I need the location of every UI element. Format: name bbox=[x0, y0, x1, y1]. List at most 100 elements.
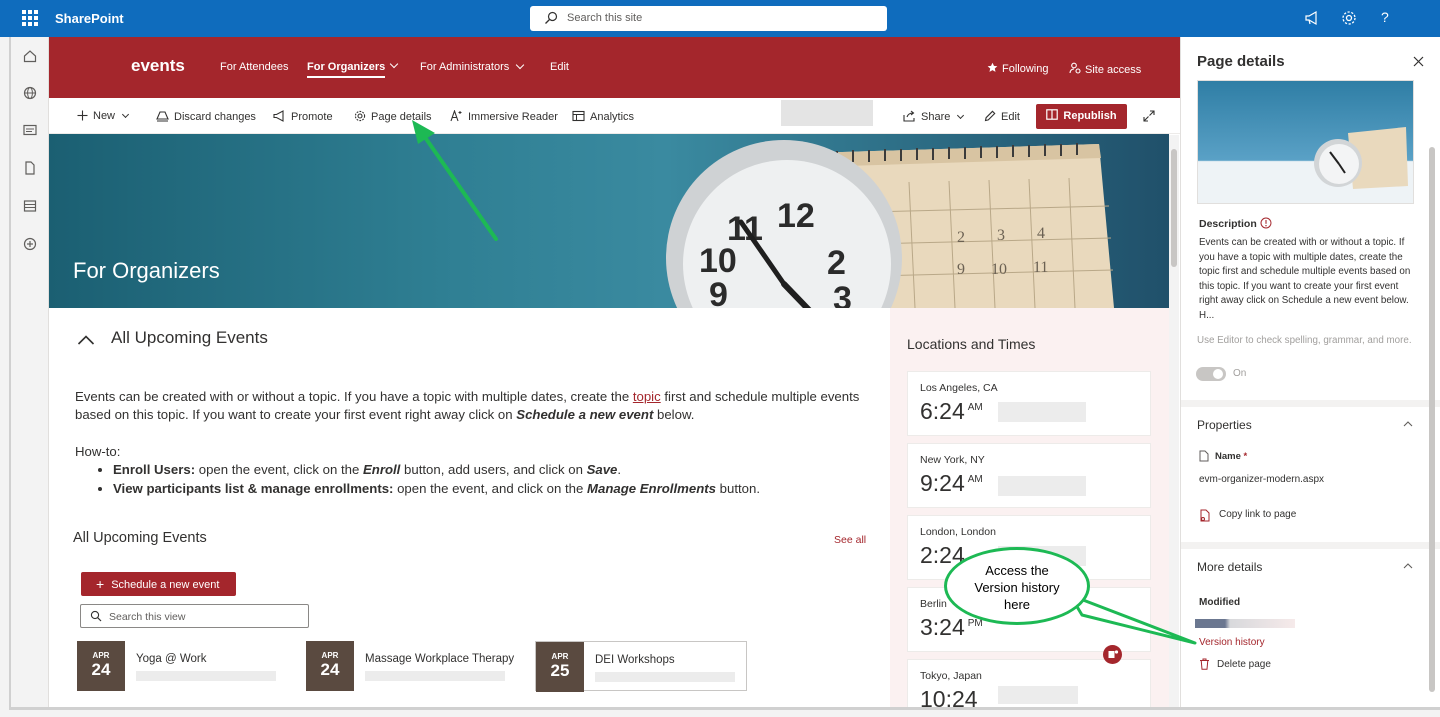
topic-link[interactable]: topic bbox=[633, 389, 661, 404]
properties-header[interactable]: Properties bbox=[1197, 418, 1252, 432]
home-icon[interactable] bbox=[23, 49, 37, 63]
location-city: Berlin bbox=[920, 598, 947, 610]
svg-text:2: 2 bbox=[957, 229, 965, 246]
svg-text:3: 3 bbox=[997, 227, 1005, 244]
location-time: 9:24 AM bbox=[920, 470, 983, 497]
copy-link-button[interactable]: Copy link to page bbox=[1219, 509, 1296, 520]
expand-icon[interactable] bbox=[1143, 110, 1155, 122]
location-city: New York, NY bbox=[920, 454, 985, 466]
discard-changes-button[interactable]: Discard changes bbox=[156, 110, 256, 123]
svg-text:10: 10 bbox=[991, 261, 1007, 278]
location-city: Tokyo, Japan bbox=[920, 670, 982, 682]
chevron-up-icon[interactable] bbox=[1403, 420, 1413, 427]
plus-icon bbox=[77, 110, 88, 121]
name-label: Name * bbox=[1215, 451, 1247, 462]
time-value: 9:24 bbox=[920, 470, 965, 496]
location-card: Tokyo, Japan 10:24 bbox=[907, 659, 1151, 707]
following-label: Following bbox=[1002, 63, 1049, 75]
edit-button[interactable]: Edit bbox=[984, 110, 1020, 123]
redacted-area bbox=[136, 671, 276, 681]
nav-label: For Attendees bbox=[220, 61, 289, 73]
save-emphasis: Save bbox=[586, 462, 618, 477]
event-card[interactable]: APR 24 Yoga @ Work bbox=[77, 641, 289, 691]
more-details-header[interactable]: More details bbox=[1197, 560, 1262, 574]
book-icon bbox=[1046, 109, 1059, 120]
nav-label: For Organizers bbox=[307, 61, 386, 73]
panel-scrollbar-thumb[interactable] bbox=[1429, 147, 1435, 692]
site-header: events For Attendees For Organizers For … bbox=[49, 37, 1180, 98]
description-label: Description bbox=[1199, 218, 1257, 230]
command-bar: New Discard changes Promote Page details… bbox=[49, 98, 1180, 134]
globe-icon[interactable] bbox=[23, 86, 37, 100]
settings-gear-icon[interactable] bbox=[1341, 10, 1357, 26]
event-card[interactable]: APR 25 DEI Workshops bbox=[535, 641, 747, 692]
pencil-icon bbox=[984, 110, 996, 122]
see-all-link[interactable]: See all bbox=[834, 534, 866, 546]
discard-icon bbox=[156, 111, 169, 122]
intro-text-part: below. bbox=[653, 407, 695, 422]
schedule-new-event-button[interactable]: + Schedule a new event bbox=[81, 572, 236, 596]
chevron-up-icon[interactable] bbox=[1403, 562, 1413, 569]
app-name[interactable]: SharePoint bbox=[55, 11, 124, 26]
document-icon bbox=[1199, 450, 1209, 462]
app-launcher-icon[interactable] bbox=[22, 10, 38, 26]
redacted-area bbox=[998, 402, 1086, 422]
clock-calendar-illustration: 234 91011 111210293 bbox=[666, 140, 1114, 308]
new-button[interactable]: New bbox=[77, 110, 130, 122]
nav-for-administrators[interactable]: For Administrators bbox=[420, 60, 525, 73]
search-view-input[interactable]: Search this view bbox=[80, 604, 309, 628]
list-item: Enroll Users: open the event, click on t… bbox=[113, 460, 873, 479]
site-title[interactable]: events bbox=[131, 56, 185, 76]
locations-title: Locations and Times bbox=[907, 336, 1036, 352]
list-text: . bbox=[617, 462, 622, 477]
scrollbar-thumb[interactable] bbox=[1171, 149, 1177, 267]
news-icon[interactable] bbox=[23, 123, 37, 137]
plus-icon: + bbox=[96, 576, 105, 592]
chevron-up-icon[interactable] bbox=[77, 334, 95, 346]
gear-icon bbox=[354, 110, 366, 122]
following-button[interactable]: Following bbox=[987, 62, 1048, 75]
chevron-down-icon bbox=[516, 60, 525, 70]
panel-divider bbox=[1181, 542, 1440, 549]
nav-label: For Administrators bbox=[420, 61, 510, 73]
chevron-down-icon bbox=[121, 110, 130, 119]
schedule-emphasis: Schedule a new event bbox=[516, 407, 654, 422]
event-month: APR bbox=[551, 652, 569, 661]
clock-calendar-thumbnail bbox=[1314, 127, 1408, 189]
editor-hint: Use Editor to check spelling, grammar, a… bbox=[1197, 335, 1412, 346]
nav-for-organizers[interactable]: For Organizers bbox=[307, 61, 386, 78]
nav-for-organizers-expand[interactable] bbox=[383, 59, 399, 72]
promote-button[interactable]: Promote bbox=[273, 110, 333, 123]
document-icon[interactable] bbox=[23, 161, 37, 175]
redacted-area bbox=[998, 476, 1086, 496]
redacted-area bbox=[781, 100, 873, 126]
create-plus-icon[interactable] bbox=[23, 237, 37, 251]
search-view-placeholder: Search this view bbox=[109, 611, 186, 623]
republish-button[interactable]: Republish bbox=[1036, 104, 1127, 129]
site-access-button[interactable]: Site access bbox=[1069, 62, 1141, 76]
editor-toggle[interactable] bbox=[1196, 367, 1226, 381]
help-icon[interactable]: ? bbox=[1381, 9, 1389, 25]
info-icon[interactable] bbox=[1260, 217, 1272, 229]
nav-edit[interactable]: Edit bbox=[550, 61, 569, 73]
site-search-box[interactable]: Search this site bbox=[530, 6, 887, 31]
location-city: London, London bbox=[920, 526, 996, 538]
page-thumbnail[interactable] bbox=[1197, 80, 1414, 204]
analytics-button[interactable]: Analytics bbox=[572, 110, 634, 123]
megaphone-icon bbox=[273, 110, 284, 122]
svg-text:9: 9 bbox=[709, 276, 728, 308]
share-label: Share bbox=[921, 111, 951, 123]
location-city: Los Angeles, CA bbox=[920, 382, 998, 394]
event-card[interactable]: APR 24 Massage Workplace Therapy bbox=[306, 641, 518, 691]
description-text[interactable]: Events can be created with or without a … bbox=[1199, 236, 1419, 323]
nav-for-attendees[interactable]: For Attendees bbox=[220, 61, 289, 73]
close-icon[interactable] bbox=[1413, 56, 1424, 67]
redacted-area bbox=[1195, 619, 1295, 628]
section-title: All Upcoming Events bbox=[111, 328, 268, 347]
share-button[interactable]: Share bbox=[903, 110, 965, 123]
version-history-link[interactable]: Version history bbox=[1199, 637, 1265, 648]
delete-page-button[interactable]: Delete page bbox=[1217, 659, 1271, 670]
megaphone-icon[interactable] bbox=[1304, 10, 1320, 26]
list-icon[interactable] bbox=[23, 199, 37, 213]
name-value[interactable]: evm-organizer-modern.aspx bbox=[1199, 474, 1324, 485]
